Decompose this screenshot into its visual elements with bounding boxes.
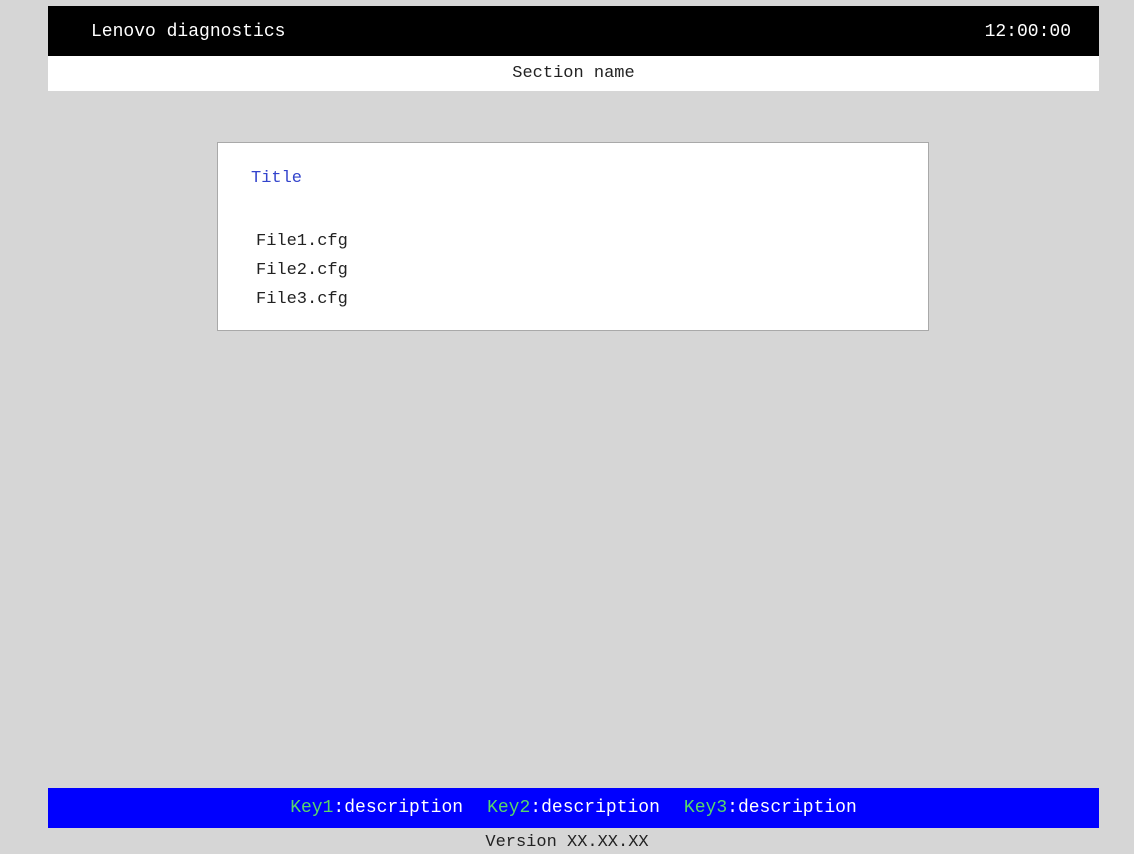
key-name: Key1 xyxy=(290,798,334,818)
key-hint-3[interactable]: Key3:description xyxy=(684,798,857,818)
key-hint-row: Key1:description Key2:description Key3:d… xyxy=(48,788,1099,828)
file-list: File1.cfg File2.cfg File3.cfg xyxy=(256,227,348,314)
key-description: description xyxy=(737,798,857,818)
file-item[interactable]: File2.cfg xyxy=(256,256,348,285)
header-bar: Lenovo diagnostics 12:00:00 xyxy=(48,6,1099,56)
clock: 12:00:00 xyxy=(984,22,1071,42)
section-name: Section name xyxy=(48,56,1099,91)
key-separator: : xyxy=(727,798,738,818)
key-hint-2[interactable]: Key2:description xyxy=(487,798,660,818)
panel-title: Title xyxy=(251,169,303,188)
version-label: Version XX.XX.XX xyxy=(485,833,649,852)
key-hint-1[interactable]: Key1:description xyxy=(290,798,463,818)
key-hint-bar: Key1:description Key2:description Key3:d… xyxy=(48,788,1099,828)
file-panel: Title File1.cfg File2.cfg File3.cfg xyxy=(217,142,929,331)
key-description: description xyxy=(344,798,464,818)
key-separator: : xyxy=(530,798,542,818)
key-description: description xyxy=(541,798,660,818)
key-name: Key2 xyxy=(487,798,531,818)
file-item[interactable]: File3.cfg xyxy=(256,285,348,314)
file-item[interactable]: File1.cfg xyxy=(256,227,348,256)
key-name: Key3 xyxy=(683,798,728,818)
key-separator: : xyxy=(333,798,345,818)
app-title: Lenovo diagnostics xyxy=(91,22,286,42)
